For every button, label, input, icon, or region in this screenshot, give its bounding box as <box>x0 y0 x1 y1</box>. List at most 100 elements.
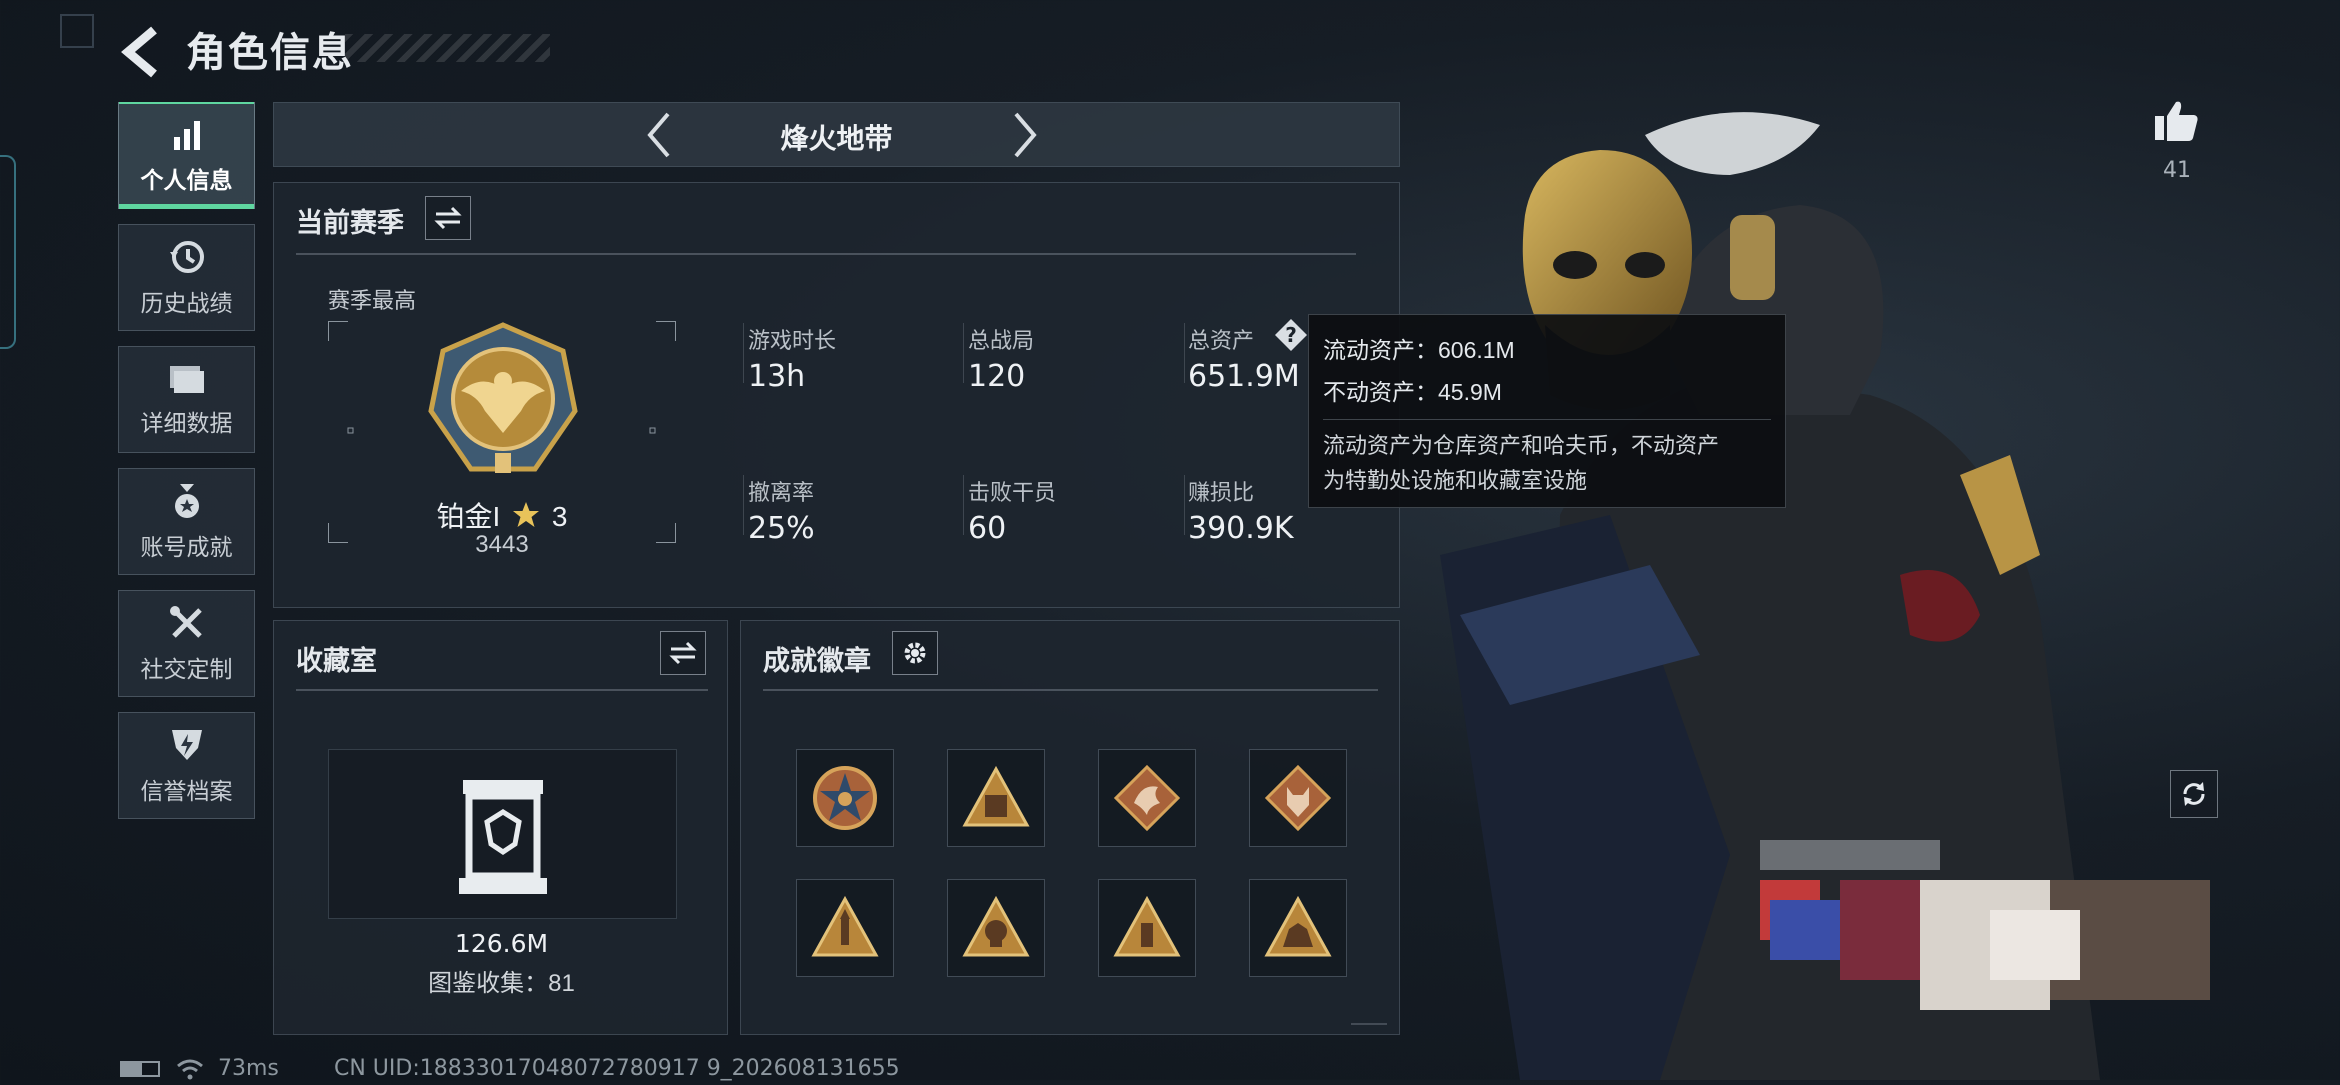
back-button[interactable] <box>118 22 168 82</box>
sidebar-item-label: 信誉档案 <box>140 777 233 804</box>
display-case-icon <box>459 780 547 894</box>
sidebar-item-detailed-data[interactable]: 详细数据 <box>118 346 255 453</box>
achievements-settings-button[interactable] <box>892 631 938 675</box>
achievement-badge[interactable] <box>796 879 894 977</box>
ammo-badge-icon <box>1113 895 1181 957</box>
sidebar-item-social[interactable]: 社交定制 <box>118 590 255 697</box>
bar-chart-icon <box>173 120 200 150</box>
medal-icon <box>174 483 199 518</box>
sidebar-item-history[interactable]: 历史战绩 <box>118 224 255 331</box>
achievements-divider <box>763 689 1378 691</box>
star-icon <box>513 502 540 527</box>
credit-shield-icon <box>171 729 202 760</box>
stat-separator <box>743 475 744 535</box>
stat-separator <box>1184 475 1185 535</box>
rotate-icon <box>2183 782 2205 806</box>
achievement-badge[interactable] <box>1098 879 1196 977</box>
mode-next-button[interactable] <box>998 108 1048 163</box>
rank-stars: 3 <box>551 501 568 532</box>
sidebar-item-label: 个人信息 <box>140 166 233 193</box>
stat-separator <box>1184 323 1185 383</box>
question-icon: ? <box>1275 319 1307 351</box>
ping-value: 73ms <box>218 1056 279 1081</box>
collection-panel: 收藏室 126.6M 图鉴收集：81 <box>273 620 728 1035</box>
tooltip-description-2: 为特勤处设施和收藏室设施 <box>1323 468 1588 493</box>
stat-label: 总战局 <box>968 328 1035 353</box>
sidebar-item-label: 详细数据 <box>140 409 233 436</box>
rocket-badge-icon <box>811 895 879 957</box>
uid-text: CN UID:18833017048072780917 9_2026081316… <box>334 1056 900 1081</box>
like-count: 41 <box>2163 158 2191 183</box>
sidebar-item-achievements[interactable]: 账号成就 <box>118 468 255 575</box>
rank-name-row: 铂金I 3 <box>328 495 676 535</box>
asset-tooltip: 流动资产：606.1M 不动资产：45.9M 流动资产为仓库资产和哈夫币，不动资… <box>1308 314 1786 508</box>
asset-help-button[interactable]: ? <box>1274 318 1308 352</box>
collection-room-card[interactable] <box>328 749 677 919</box>
season-panel: 当前赛季 赛季最高 铂金I 3 3443 游戏时长 13h 总战局 120 总资… <box>273 182 1400 608</box>
season-title: 当前赛季 <box>296 208 404 238</box>
achievement-badge[interactable] <box>1249 749 1347 847</box>
folder-icon <box>169 365 204 393</box>
season-divider <box>296 253 1356 255</box>
achievement-badge[interactable] <box>947 879 1045 977</box>
stat-label: 撤离率 <box>748 480 815 505</box>
stat-value: 120 <box>968 359 1026 394</box>
edge-handle[interactable] <box>0 155 16 349</box>
achievement-badge[interactable] <box>796 749 894 847</box>
collection-divider <box>296 689 708 691</box>
tooltip-fixed-assets: 不动资产：45.9M <box>1323 379 1502 405</box>
panel-corner-marks <box>1351 1011 1387 1025</box>
collection-count: 图鉴收集：81 <box>428 970 575 997</box>
gear-icon <box>904 642 926 664</box>
swap-icon <box>669 641 697 665</box>
tooltip-liquid-assets: 流动资产：606.1M <box>1323 337 1515 363</box>
achievements-title: 成就徽章 <box>763 646 871 676</box>
rotate-model-button[interactable] <box>2170 770 2218 818</box>
skull-badge-icon <box>962 895 1030 957</box>
triangle-badge-gold-icon <box>962 765 1030 827</box>
collection-value: 126.6M <box>454 929 549 958</box>
stat-label: 击败干员 <box>968 480 1057 505</box>
stat-value: 13h <box>748 359 806 394</box>
star-medal-icon <box>813 766 877 830</box>
stat-label: 总资产 <box>1188 328 1255 353</box>
achievement-badge[interactable] <box>1098 749 1196 847</box>
title-decoration <box>345 34 550 62</box>
season-switch-button[interactable] <box>425 196 471 240</box>
sidebar-item-personal-info[interactable]: 个人信息 <box>118 102 255 209</box>
pixelated-overlay-image <box>1760 840 2215 1010</box>
thumbs-up-icon <box>2155 101 2198 141</box>
collection-switch-button[interactable] <box>660 631 706 675</box>
tooltip-divider <box>1323 419 1771 420</box>
sidebar-item-label: 历史战绩 <box>140 289 233 316</box>
mode-selector: 烽火地带 <box>273 102 1400 167</box>
dragon-badge-icon <box>1113 764 1181 832</box>
stat-value: 651.9M <box>1188 359 1300 394</box>
stat-value: 390.9K <box>1188 511 1294 546</box>
rank-frame: 铂金I 3 3443 <box>328 321 676 558</box>
stat-separator <box>963 475 964 535</box>
svg-text:?: ? <box>1285 323 1297 347</box>
rank-name: 铂金I <box>436 501 501 532</box>
chevron-right-icon <box>1014 112 1037 158</box>
beast-badge-icon <box>1264 895 1332 957</box>
stat-value: 60 <box>968 511 1007 546</box>
stat-label: 赚损比 <box>1188 480 1255 505</box>
wifi-icon <box>176 1058 204 1080</box>
tooltip-description-1: 流动资产为仓库资产和哈夫币，不动资产 <box>1323 433 1720 458</box>
battery-icon <box>120 1061 160 1077</box>
sidebar-item-label: 账号成就 <box>140 533 233 560</box>
achievements-panel: 成就徽章 <box>740 620 1400 1035</box>
page-title: 角色信息 <box>186 31 354 75</box>
achievement-badge[interactable] <box>1249 879 1347 977</box>
rank-score: 3443 <box>475 531 529 558</box>
platinum-rank-emblem-icon <box>428 322 578 473</box>
like-button[interactable] <box>2152 96 2202 146</box>
achievement-badge[interactable] <box>947 749 1045 847</box>
sidebar-item-credit[interactable]: 信誉档案 <box>118 712 255 819</box>
mode-name: 烽火地带 <box>780 123 893 154</box>
tools-icon <box>169 605 202 638</box>
season-highest-label: 赛季最高 <box>328 288 417 313</box>
corner-decoration <box>60 14 94 48</box>
stat-separator <box>743 323 744 383</box>
